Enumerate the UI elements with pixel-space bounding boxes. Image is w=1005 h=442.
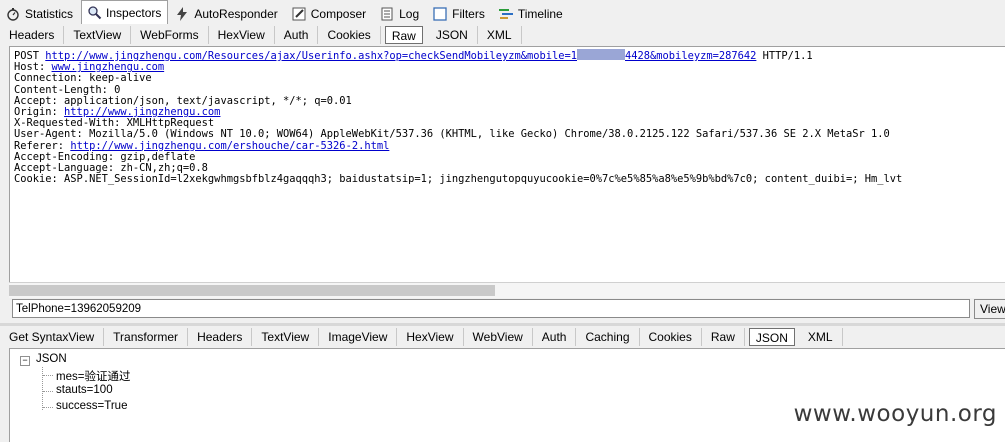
- tab-label: Statistics: [25, 7, 74, 21]
- json-node-stauts[interactable]: stauts=100: [56, 384, 113, 396]
- request-body-row: View: [0, 298, 1005, 322]
- raw-request-text: POST http://www.jingzhengu.com/Resources…: [14, 49, 902, 185]
- collapse-icon[interactable]: −: [20, 356, 30, 366]
- tab-label: Filters: [452, 7, 485, 21]
- response-tab-cookies[interactable]: Cookies: [640, 328, 702, 346]
- stopwatch-icon: [5, 6, 21, 22]
- response-tab-transformer[interactable]: Transformer: [104, 328, 189, 346]
- tab-composer[interactable]: Composer: [286, 3, 373, 24]
- response-tab-caching[interactable]: Caching: [576, 328, 640, 346]
- host-link[interactable]: www.jingzhengu.com: [52, 61, 165, 73]
- referer-link[interactable]: http://www.jingzhengu.com/ershouche/car-…: [70, 140, 389, 152]
- request-tab-webforms[interactable]: WebForms: [131, 26, 209, 44]
- header-cookie: Cookie: ASP.NET_SessionId=l2xekgwhmgsbfb…: [14, 173, 903, 186]
- tree-line: [43, 407, 53, 408]
- response-tab-xml[interactable]: XML: [799, 328, 843, 346]
- horizontal-scrollbar[interactable]: [9, 282, 1005, 298]
- request-tab-textview[interactable]: TextView: [64, 26, 132, 44]
- redacted-mask: [577, 49, 626, 60]
- request-tab-hexview[interactable]: HexView: [209, 26, 275, 44]
- origin-link[interactable]: http://www.jingzhengu.com: [64, 106, 220, 118]
- header-origin-label: Origin:: [14, 106, 65, 119]
- header-user-agent: User-Agent: Mozilla/5.0 (Windows NT 10.0…: [14, 128, 890, 141]
- request-tab-xml[interactable]: XML: [478, 26, 522, 44]
- tab-filters[interactable]: Filters: [427, 3, 492, 24]
- request-url[interactable]: http://www.jingzhengu.com/Resources/ajax…: [45, 49, 756, 62]
- header-accept-encoding: Accept-Encoding: gzip,deflate: [14, 150, 196, 163]
- response-tab-auth[interactable]: Auth: [533, 328, 577, 346]
- tab-label: AutoResponder: [194, 7, 278, 21]
- header-x-requested-with: X-Requested-With: XMLHttpRequest: [14, 117, 215, 130]
- header-content-length: Content-Length: 0: [14, 83, 121, 96]
- response-tab-syntaxview[interactable]: Get SyntaxView: [0, 328, 105, 346]
- tab-label: Timeline: [517, 7, 563, 21]
- response-tab-imageview[interactable]: ImageView: [319, 328, 398, 346]
- request-tab-cookies[interactable]: Cookies: [318, 26, 381, 44]
- json-node-success[interactable]: success=True: [56, 400, 127, 412]
- response-tab-raw[interactable]: Raw: [702, 328, 745, 346]
- tree-line: [42, 367, 43, 410]
- tab-timeline[interactable]: Timeline: [493, 3, 570, 24]
- watermark: www.wooyun.org: [793, 401, 997, 427]
- tab-statistics[interactable]: Statistics: [0, 3, 80, 24]
- tree-line: [43, 375, 53, 376]
- request-protocol: HTTP/1.1: [756, 50, 813, 62]
- raw-request-pane[interactable]: POST http://www.jingzhengu.com/Resources…: [9, 46, 1005, 297]
- header-referer-label: Referer:: [14, 139, 71, 152]
- request-tab-auth[interactable]: Auth: [275, 26, 319, 44]
- request-tab-headers[interactable]: Headers: [0, 26, 65, 44]
- header-accept-language: Accept-Language: zh-CN,zh;q=0.8: [14, 162, 208, 175]
- tab-label: Composer: [310, 7, 367, 21]
- tab-autoresponder[interactable]: AutoResponder: [169, 3, 284, 24]
- pencil-icon: [291, 6, 307, 22]
- response-tab-webview[interactable]: WebView: [464, 328, 533, 346]
- view-button[interactable]: View: [974, 299, 1005, 319]
- scrollbar-thumb[interactable]: [9, 285, 495, 296]
- request-tab-json[interactable]: JSON: [427, 26, 478, 44]
- header-host-label: Host:: [14, 61, 52, 74]
- tree-line: [43, 391, 53, 392]
- response-tab-textview[interactable]: TextView: [252, 328, 320, 346]
- response-tab-json[interactable]: JSON: [748, 328, 795, 346]
- tab-log[interactable]: Log: [374, 3, 426, 24]
- json-root-node[interactable]: JSON: [36, 353, 67, 365]
- log-icon: [379, 6, 395, 22]
- tab-inspectors[interactable]: Inspectors: [81, 0, 169, 24]
- timeline-icon: [498, 6, 514, 22]
- json-response-pane[interactable]: − JSON mes=验证通过 stauts=100 success=True: [9, 348, 1005, 442]
- checkbox-icon: [432, 6, 448, 22]
- tab-label: Log: [399, 7, 420, 21]
- response-tab-hexview[interactable]: HexView: [397, 328, 464, 346]
- lightning-icon: [174, 6, 190, 22]
- magnifier-icon: [86, 5, 102, 21]
- json-node-mes[interactable]: mes=验证通过: [56, 368, 130, 384]
- request-tab-bar: Headers TextView WebForms HexView Auth C…: [0, 24, 1005, 46]
- request-body-input[interactable]: [12, 299, 970, 318]
- header-connection: Connection: keep-alive: [14, 72, 152, 85]
- request-tab-raw[interactable]: Raw: [384, 26, 423, 44]
- header-accept: Accept: application/json, text/javascrip…: [14, 94, 352, 107]
- tab-label: Inspectors: [106, 5, 162, 20]
- request-method: POST: [14, 50, 46, 62]
- response-tab-bar: Get SyntaxView Transformer Headers TextV…: [0, 326, 1005, 348]
- top-tab-bar: Statistics Inspectors AutoResponder Comp…: [0, 0, 1005, 25]
- response-tab-headers[interactable]: Headers: [188, 328, 253, 346]
